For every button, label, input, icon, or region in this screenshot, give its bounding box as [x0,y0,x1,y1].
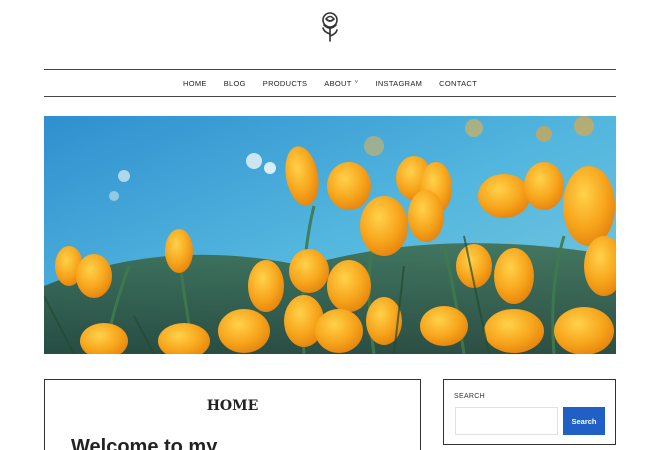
content-card: HOME Welcome to my [44,379,421,450]
page-title: HOME [206,398,259,414]
site-logo[interactable] [316,10,344,44]
nav-label: PRODUCTS [262,78,308,88]
nav-item-contact[interactable]: CONTACT [439,79,477,88]
nav-item-products[interactable]: PRODUCTS [263,79,308,88]
nav-item-about[interactable]: ABOUT ˅ [324,79,358,88]
nav-label: ABOUT [324,78,352,88]
rose-icon [322,12,338,42]
main-navigation: HOME BLOG PRODUCTS ABOUT ˅ INSTAGRAM CONT… [44,69,616,97]
search-widget: SEARCH Search [443,379,616,445]
nav-item-instagram[interactable]: INSTAGRAM [375,79,422,88]
search-button[interactable]: Search [563,407,605,435]
nav-item-blog[interactable]: BLOG [224,79,246,88]
welcome-heading: Welcome to my [71,436,218,450]
search-widget-title: SEARCH [454,393,485,400]
chevron-down-icon: ˅ [354,80,359,86]
nav-label: CONTACT [439,78,477,88]
nav-label: BLOG [223,78,246,88]
nav-item-home[interactable]: HOME [183,79,207,88]
nav-label: INSTAGRAM [375,78,423,88]
nav-label: HOME [183,78,207,88]
search-input[interactable] [455,407,558,435]
hero-image [44,116,616,354]
